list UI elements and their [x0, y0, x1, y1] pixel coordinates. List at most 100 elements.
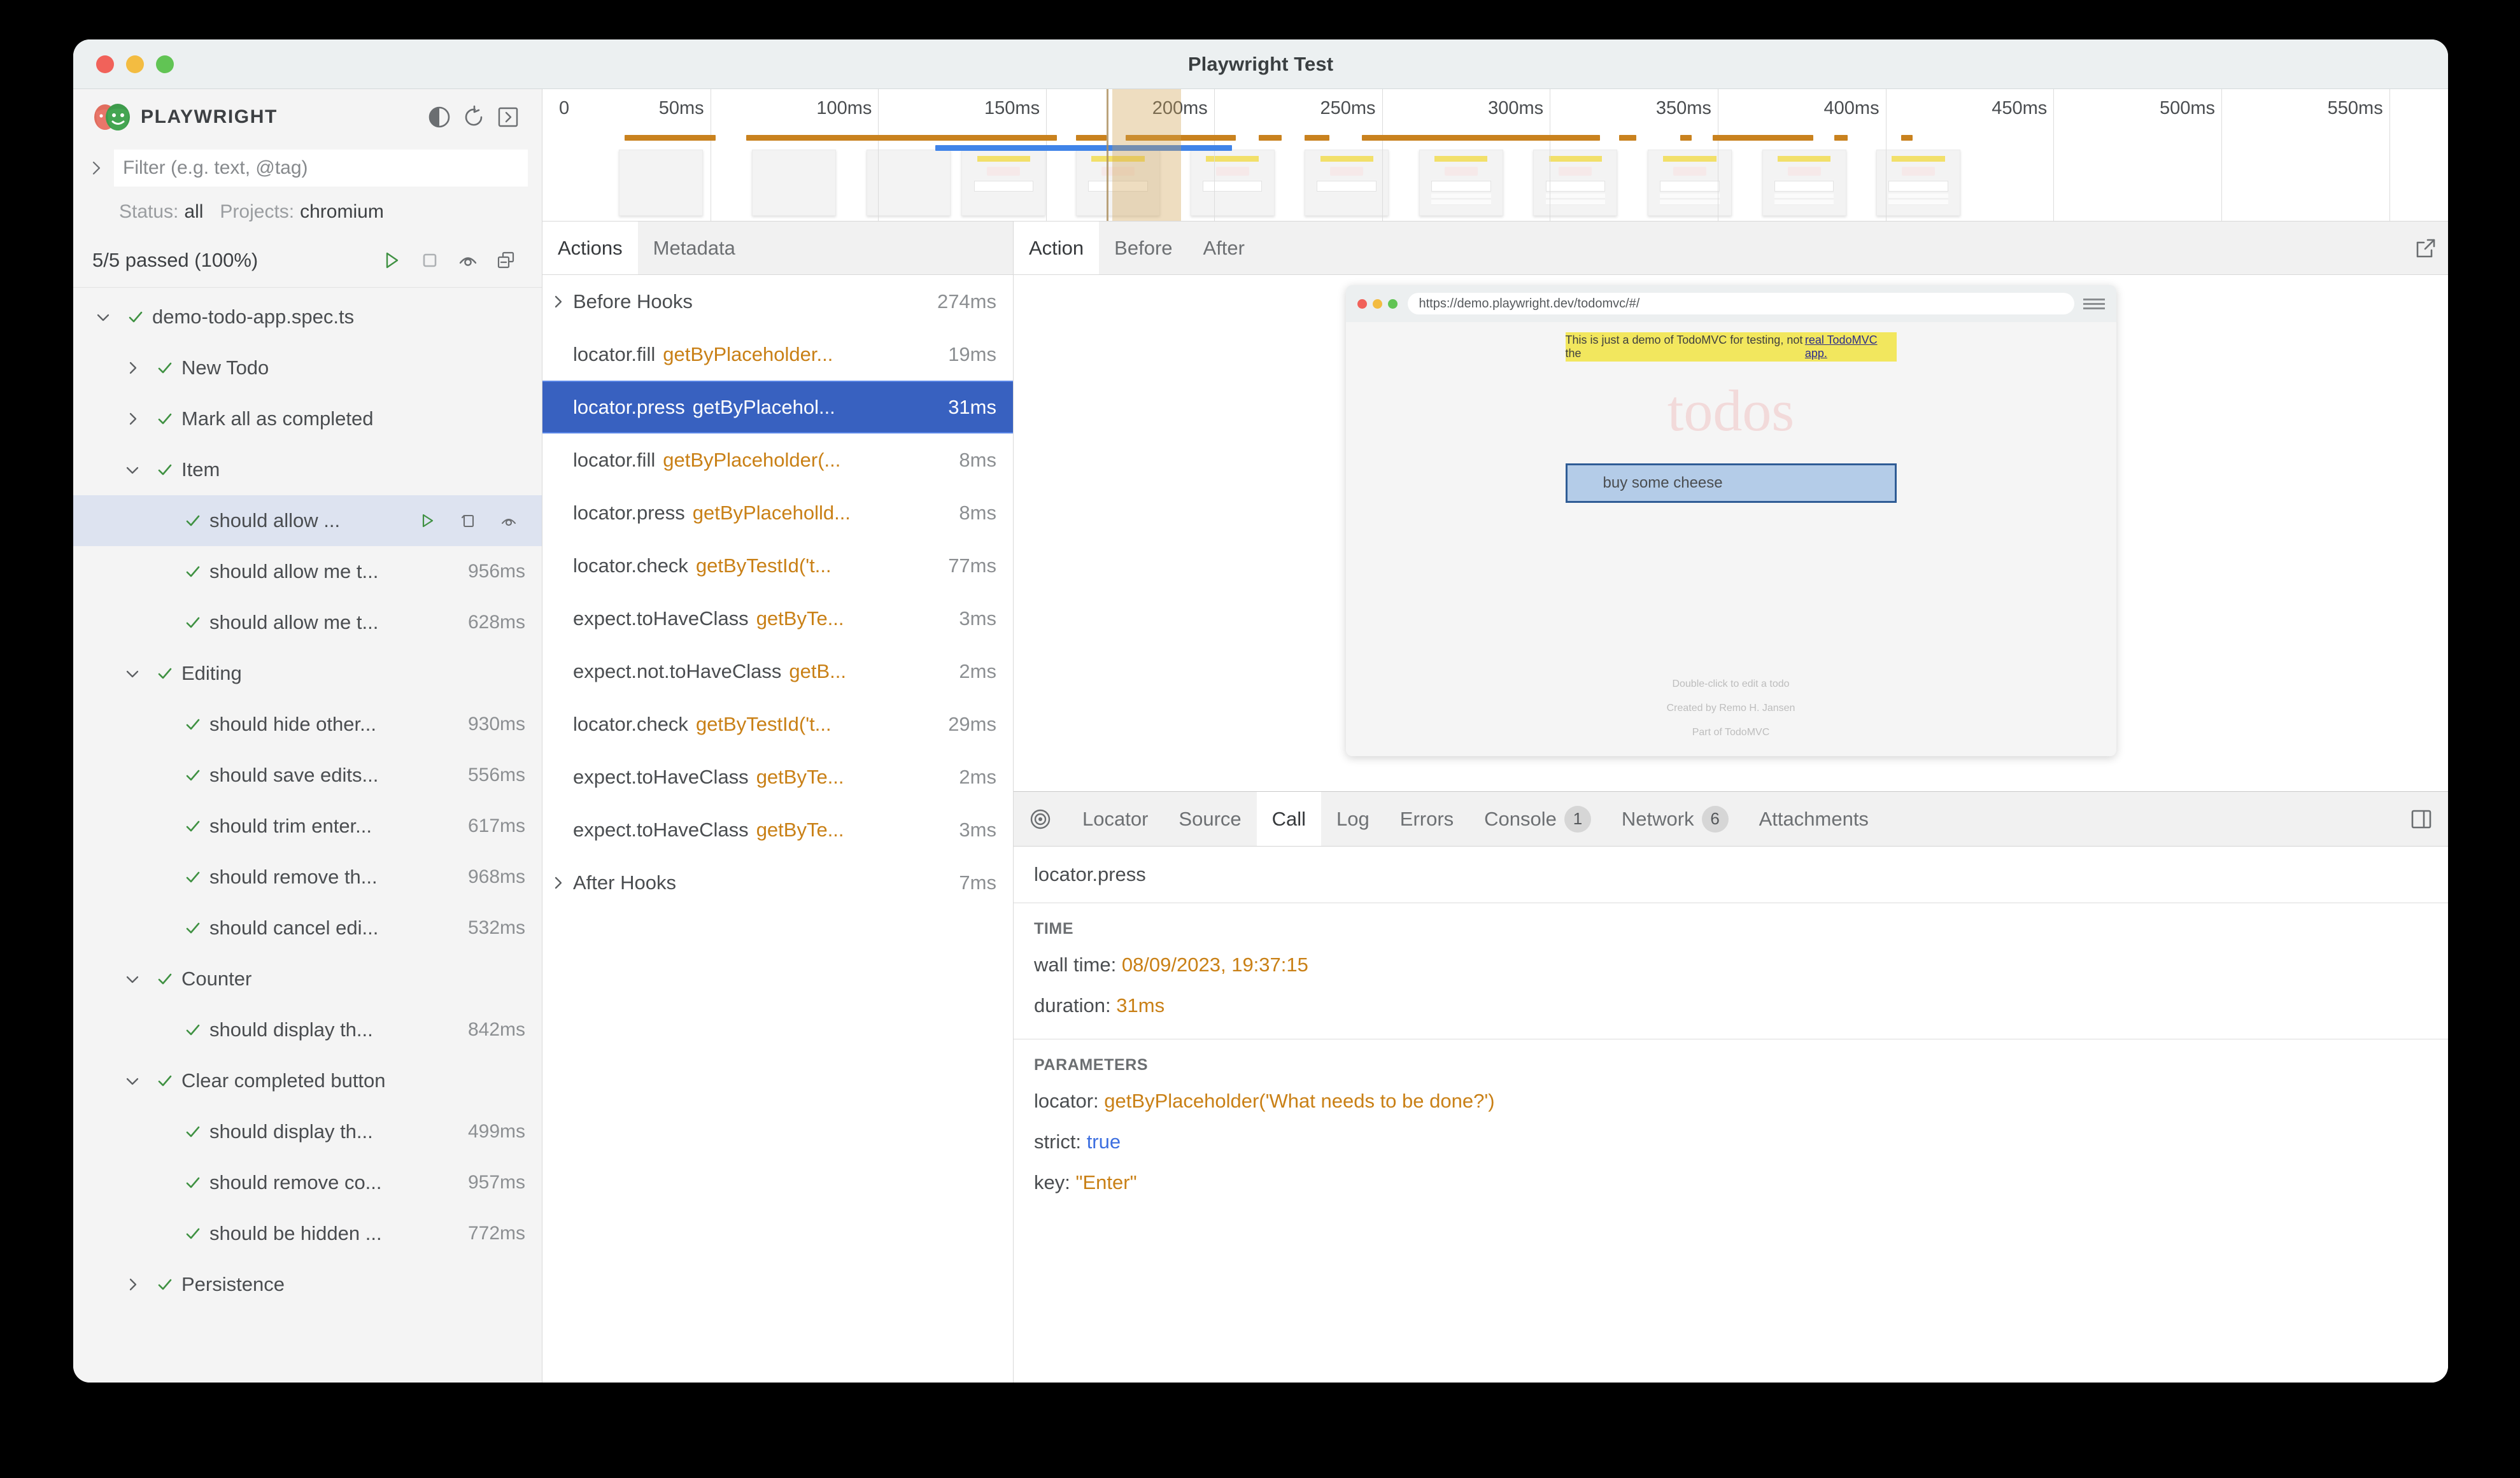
- tree-row[interactable]: should allow me t... 956ms: [73, 546, 542, 597]
- caret-right-icon[interactable]: [542, 874, 573, 892]
- tab-log[interactable]: Log: [1321, 792, 1385, 846]
- tab-actions[interactable]: Actions: [542, 222, 638, 274]
- tree-row[interactable]: should display th... 842ms: [73, 1004, 542, 1055]
- tree-row[interactable]: should remove th... 968ms: [73, 852, 542, 903]
- split-view-icon[interactable]: [2395, 792, 2448, 846]
- timeline-action-bar[interactable]: [746, 135, 1058, 141]
- caret-right-icon[interactable]: [117, 1276, 148, 1293]
- tree-row[interactable]: should allow ...: [73, 495, 542, 546]
- timeline[interactable]: 0 50ms 100ms 150ms 200ms 250ms 300ms 350ms 400ms…: [542, 89, 2448, 222]
- theme-toggle-icon[interactable]: [422, 100, 457, 134]
- target-icon[interactable]: [1014, 792, 1067, 846]
- timeline-action-bar[interactable]: [624, 135, 716, 141]
- browser-menu-icon[interactable]: [2083, 298, 2105, 309]
- tab-attachments[interactable]: Attachments: [1744, 792, 1884, 846]
- timeline-action-bar[interactable]: [1834, 135, 1848, 141]
- action-row[interactable]: expect.toHaveClass getByTe... 3ms: [542, 592, 1013, 645]
- tab-console[interactable]: Console 1: [1469, 792, 1606, 846]
- action-row[interactable]: expect.not.toHaveClass getB... 2ms: [542, 645, 1013, 698]
- action-duration: 2ms: [959, 765, 996, 788]
- tab-source[interactable]: Source: [1163, 792, 1256, 846]
- timeline-action-bar[interactable]: [1076, 135, 1107, 141]
- timeline-action-bar[interactable]: [1305, 135, 1330, 141]
- tree-row[interactable]: New Todo: [73, 342, 542, 393]
- action-duration: 31ms: [948, 395, 996, 418]
- open-external-icon[interactable]: [2403, 222, 2448, 274]
- projects-value[interactable]: chromium: [300, 201, 384, 223]
- demo-banner-link[interactable]: real TodoMVC app.: [1805, 334, 1897, 360]
- timeline-action-bar[interactable]: [1901, 135, 1913, 141]
- action-row[interactable]: locator.check getByTestId('t... 29ms: [542, 698, 1013, 750]
- action-row[interactable]: expect.toHaveClass getByTe... 3ms: [542, 803, 1013, 856]
- tree-row[interactable]: demo-todo-app.spec.ts: [73, 292, 542, 342]
- copy-icon[interactable]: [449, 503, 487, 538]
- timeline-cursor[interactable]: [1106, 89, 1108, 221]
- tree-row[interactable]: should display th... 499ms: [73, 1106, 542, 1157]
- caret-down-icon[interactable]: [117, 1072, 148, 1090]
- tree-row[interactable]: should be hidden ... 772ms: [73, 1208, 542, 1259]
- timeline-action-bar[interactable]: [1712, 135, 1814, 141]
- caret-down-icon[interactable]: [117, 665, 148, 682]
- action-row[interactable]: locator.press getByPlaceholld... 8ms: [542, 486, 1013, 539]
- tree-row[interactable]: should trim enter... 617ms: [73, 801, 542, 852]
- caret-down-icon[interactable]: [87, 308, 119, 326]
- collapse-all-button[interactable]: [487, 243, 525, 278]
- tree-row[interactable]: should allow me t... 628ms: [73, 597, 542, 648]
- action-row[interactable]: locator.fill getByPlaceholder(... 8ms: [542, 433, 1013, 486]
- tree-row[interactable]: Persistence: [73, 1259, 542, 1310]
- action-row[interactable]: locator.check getByTestId('t... 77ms: [542, 539, 1013, 592]
- timeline-action-bar[interactable]: [1619, 135, 1636, 141]
- tree-row[interactable]: should save edits... 556ms: [73, 750, 542, 801]
- tree-row[interactable]: Counter: [73, 954, 542, 1004]
- tree-row[interactable]: Clear completed button: [73, 1055, 542, 1106]
- tree-row[interactable]: Item: [73, 444, 542, 495]
- tab-errors[interactable]: Errors: [1385, 792, 1469, 846]
- tree-row[interactable]: Editing: [73, 648, 542, 699]
- caret-right-icon[interactable]: [542, 293, 573, 311]
- tab-action[interactable]: Action: [1014, 222, 1100, 274]
- caret-right-icon[interactable]: [117, 359, 148, 377]
- tree-row[interactable]: should hide other... 930ms: [73, 699, 542, 750]
- tree-row-duration: 617ms: [467, 815, 525, 836]
- action-row[interactable]: After Hooks 7ms: [542, 856, 1013, 909]
- timeline-action-bar[interactable]: [1259, 135, 1282, 141]
- filter-input[interactable]: [114, 150, 528, 187]
- tab-network[interactable]: Network 6: [1606, 792, 1744, 846]
- tree-row[interactable]: Mark all as completed: [73, 393, 542, 444]
- caret-right-icon[interactable]: [117, 410, 148, 428]
- action-row[interactable]: expect.toHaveClass getByTe... 2ms: [542, 750, 1013, 803]
- caret-down-icon[interactable]: [117, 461, 148, 479]
- timeline-action-bar[interactable]: [1680, 135, 1692, 141]
- timeline-ticks: 0 50ms 100ms 150ms 200ms 250ms 300ms 350ms 400ms…: [542, 89, 2448, 221]
- caret-down-icon[interactable]: [117, 970, 148, 988]
- run-button[interactable]: [372, 243, 411, 278]
- tab-metadata[interactable]: Metadata: [638, 222, 751, 274]
- reload-icon[interactable]: [457, 100, 491, 134]
- timeline-action-bar[interactable]: [1361, 135, 1601, 141]
- tab-badge: 6: [1701, 805, 1729, 833]
- action-row[interactable]: Before Hooks 274ms: [542, 275, 1013, 328]
- filter-row: [73, 145, 542, 191]
- tab-locator[interactable]: Locator: [1067, 792, 1163, 846]
- watch-icon[interactable]: [490, 503, 528, 538]
- tab-after[interactable]: After: [1188, 222, 1260, 274]
- tree-row-label: demo-todo-app.spec.ts: [152, 306, 355, 328]
- status-value[interactable]: all: [184, 201, 203, 223]
- watch-button[interactable]: [449, 243, 487, 278]
- run-icon[interactable]: [408, 503, 446, 538]
- tab-before[interactable]: Before: [1099, 222, 1187, 274]
- action-row[interactable]: locator.fill getByPlaceholder... 19ms: [542, 328, 1013, 381]
- tree-row-duration: 957ms: [467, 1172, 525, 1193]
- action-row[interactable]: locator.press getByPlacehol... 31ms: [542, 381, 1013, 433]
- toggle-sidebar-icon[interactable]: [491, 100, 525, 134]
- new-todo-input[interactable]: buy some cheese: [1565, 463, 1897, 503]
- actions-list[interactable]: Before Hooks 274ms locator.fill getByPlaceh…: [542, 275, 1013, 1383]
- tree-row[interactable]: should remove co... 957ms: [73, 1157, 542, 1208]
- timeline-event-bar[interactable]: [935, 145, 1233, 151]
- tab-label: Call: [1271, 807, 1306, 830]
- tab-call[interactable]: Call: [1256, 792, 1322, 846]
- tree-row[interactable]: should cancel edi... 532ms: [73, 903, 542, 954]
- stop-button[interactable]: [411, 243, 449, 278]
- expand-filters-chevron-icon[interactable]: [78, 159, 114, 177]
- browser-url-bar[interactable]: https://demo.playwright.dev/todomvc/#/: [1407, 293, 2074, 314]
